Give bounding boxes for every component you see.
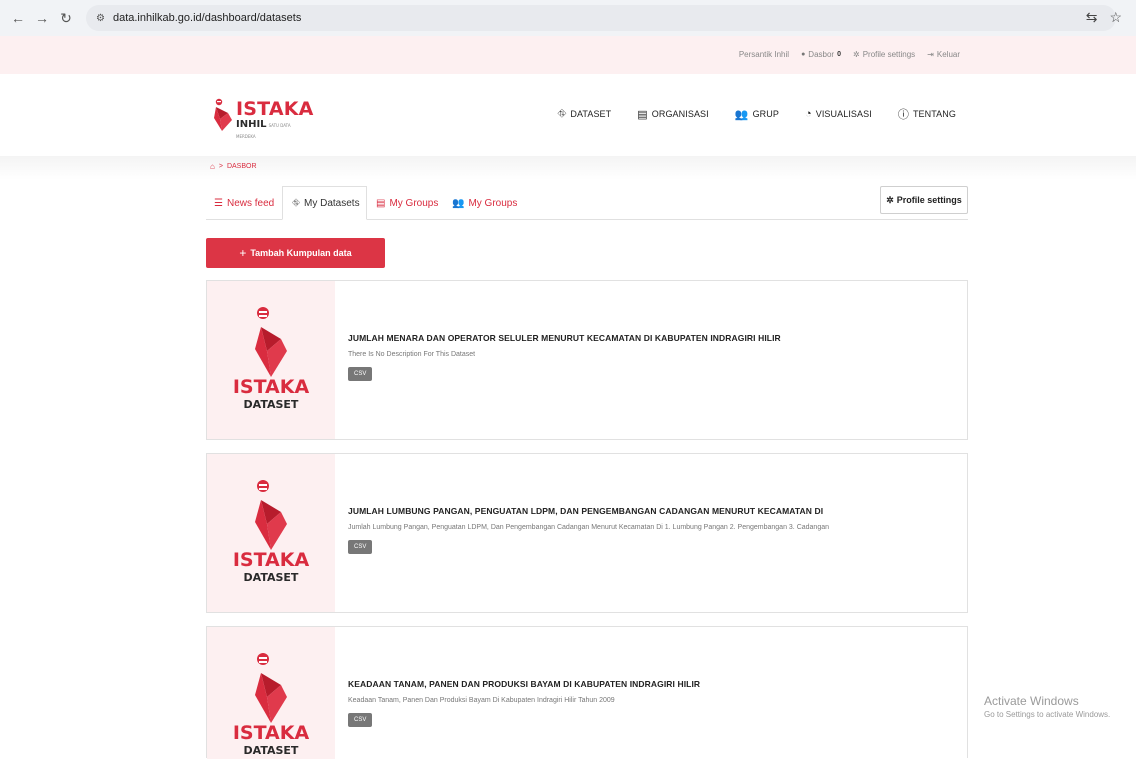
istaka-dataset-emblem-icon	[255, 307, 287, 377]
thumbnail-title: ISTAKA	[232, 549, 310, 571]
logo-subtitle: INHIL SATU DATA MERDEKA	[236, 120, 302, 142]
building-icon: ▤	[637, 108, 648, 121]
breadcrumb-separator: >	[218, 163, 223, 170]
info-circle-icon: ⓘ	[897, 109, 909, 121]
reload-icon[interactable]: ↻	[54, 10, 78, 27]
tab-news-feed[interactable]: ☰ News feed	[214, 186, 274, 220]
back-arrow-icon[interactable]: ←	[6, 10, 30, 26]
profile-settings-label: Profile settings	[896, 195, 962, 205]
dataset-card-body: KEADAAN TANAM, PANEN DAN PRODUKSI BAYAM …	[348, 679, 960, 727]
forward-arrow-icon[interactable]: →	[30, 10, 54, 26]
breadcrumb-current[interactable]: DASBOR	[227, 163, 257, 170]
top-utility-bar: Persantik Inhil ● Dasbor 0 ✲ Profile set…	[0, 36, 1136, 74]
format-badge[interactable]: CSV	[348, 367, 373, 381]
thumbnail-subtitle: DATASET	[243, 398, 299, 411]
logout-label: Keluar	[936, 50, 960, 59]
istaka-emblem-icon	[214, 98, 232, 131]
building-icon: ▤	[376, 197, 386, 209]
dashboard-tabs: ☰ News feed ⛗ My Datasets ▤ My Groups 👥 …	[206, 186, 968, 220]
dataset-description: Jumlah Lumbung Pangan, Penguatan LDPM, D…	[348, 524, 830, 531]
nav-organisasi-label: ORGANISASI	[651, 109, 709, 119]
dataset-card: ISTAKA DATASET JUMLAH MENARA DAN OPERATO…	[206, 280, 968, 440]
address-bar[interactable]: ⚙ data.inhilkab.go.id/dashboard/datasets	[86, 5, 1116, 31]
site-logo[interactable]: ISTAKA INHIL SATU DATA MERDEKA	[212, 94, 313, 139]
nav-grup-label: GRUP	[752, 109, 779, 119]
format-badge[interactable]: CSV	[348, 540, 373, 554]
gear-icon: ✲	[886, 194, 894, 205]
dashboard-count-badge: 0	[837, 51, 841, 58]
windows-activation-watermark: Activate Windows Go to Settings to activ…	[984, 694, 1110, 719]
dataset-title[interactable]: JUMLAH LUMBUNG PANGAN, PENGUATAN LDPM, D…	[348, 506, 960, 517]
dataset-card-body: JUMLAH LUMBUNG PANGAN, PENGUATAN LDPM, D…	[348, 506, 960, 554]
thumbnail-subtitle: DATASET	[243, 571, 299, 584]
dataset-thumbnail[interactable]: ISTAKA DATASET	[207, 627, 335, 759]
thumbnail-title: ISTAKA	[232, 722, 310, 744]
util-profile-settings-link[interactable]: ✲ Profile settings	[853, 50, 915, 59]
profile-settings-button[interactable]: ✲ Profile settings	[880, 186, 968, 214]
watermark-line-2: Go to Settings to activate Windows.	[984, 710, 1111, 719]
main-navigation: ⛗ DATASET ▤ ORGANISASI 👥 GRUP ◔ VISUALIS…	[557, 106, 956, 122]
nav-grup[interactable]: 👥 GRUP	[735, 108, 779, 121]
add-dataset-label: Tambah Kumpulan data	[250, 248, 352, 258]
dataset-description: Keadaan Tanam, Panen Dan Produksi Bayam …	[348, 697, 615, 704]
dashboard-icon: ●	[801, 51, 806, 58]
nav-organisasi[interactable]: ▤ ORGANISASI	[637, 108, 709, 121]
nav-dataset-label: DATASET	[570, 109, 612, 119]
gear-icon: ✲	[853, 50, 860, 59]
add-dataset-button[interactable]: + Tambah Kumpulan data	[206, 238, 385, 268]
sitemap-icon: ⛗	[292, 197, 300, 209]
dataset-thumbnail[interactable]: ISTAKA DATASET	[207, 454, 335, 612]
users-icon: 👥	[452, 197, 465, 209]
users-icon: 👥	[734, 108, 749, 121]
tab-my-groups-label-1: My Groups	[389, 197, 439, 209]
dataset-description: There Is No Description For This Dataset	[348, 351, 476, 358]
dashboard-label: Dasbor	[808, 50, 835, 59]
thumbnail-title: ISTAKA	[232, 376, 310, 398]
logout-link[interactable]: ⇥ Keluar	[927, 50, 960, 59]
dashboard-link[interactable]: ● Dasbor 0	[801, 50, 841, 59]
list-icon: ☰	[214, 197, 223, 209]
home-icon[interactable]: ⌂	[210, 162, 215, 171]
url-text: data.inhilkab.go.id/dashboard/datasets	[112, 12, 302, 24]
breadcrumb-band: ⌂ > DASBOR	[0, 156, 1136, 180]
logo-subtitle-text: INHIL	[236, 119, 267, 130]
dataset-card-body: JUMLAH MENARA DAN OPERATOR SELULER MENUR…	[348, 333, 960, 381]
format-badge[interactable]: CSV	[348, 713, 373, 727]
bookmark-star-icon[interactable]: ☆	[1109, 9, 1122, 26]
istaka-dataset-emblem-icon	[255, 653, 287, 723]
nav-visualisasi[interactable]: ◔ VISUALISASI	[805, 108, 872, 120]
thumbnail-subtitle: DATASET	[243, 744, 299, 757]
dataset-card: ISTAKA DATASET KEADAAN TANAM, PANEN DAN …	[206, 626, 968, 759]
dataset-card: ISTAKA DATASET JUMLAH LUMBUNG PANGAN, PE…	[206, 453, 968, 613]
nav-visualisasi-label: VISUALISASI	[815, 109, 872, 119]
dataset-thumbnail[interactable]: ISTAKA DATASET	[207, 281, 335, 439]
watermark-line-1: Activate Windows	[984, 694, 1079, 708]
logout-icon: ⇥	[927, 50, 934, 59]
tab-my-datasets-label: My Datasets	[304, 197, 360, 209]
nav-dataset[interactable]: ⛗ DATASET	[557, 108, 611, 121]
tab-news-feed-label: News feed	[226, 197, 275, 209]
browser-toolbar: ← → ↻ ⚙ data.inhilkab.go.id/dashboard/da…	[0, 0, 1136, 36]
translate-icon[interactable]: ⇆	[1086, 9, 1098, 26]
site-header: ISTAKA INHIL SATU DATA MERDEKA ⛗ DATASET …	[0, 74, 1136, 156]
tab-my-groups-label-2: My Groups	[468, 197, 518, 209]
nav-tentang-label: TENTANG	[912, 109, 956, 119]
istaka-dataset-emblem-icon	[255, 480, 287, 550]
dataset-title[interactable]: KEADAAN TANAM, PANEN DAN PRODUKSI BAYAM …	[348, 679, 960, 690]
user-link[interactable]: Persantik Inhil	[739, 50, 789, 59]
sitemap-icon: ⛗	[557, 107, 567, 120]
tab-my-groups[interactable]: 👥 My Groups	[452, 186, 517, 220]
site-info-icon[interactable]: ⚙	[96, 13, 105, 24]
plus-icon: +	[239, 246, 247, 260]
logo-title: ISTAKA	[236, 98, 314, 120]
pie-chart-icon: ◔	[804, 108, 812, 120]
dataset-title[interactable]: JUMLAH MENARA DAN OPERATOR SELULER MENUR…	[348, 333, 960, 344]
tab-my-datasets[interactable]: ⛗ My Datasets	[282, 186, 367, 220]
nav-tentang[interactable]: ⓘ TENTANG	[898, 106, 956, 122]
tab-my-groups-organizations[interactable]: ▤ My Groups	[376, 186, 438, 220]
breadcrumb: ⌂ > DASBOR	[210, 162, 257, 171]
util-profile-settings-label: Profile settings	[862, 50, 916, 59]
